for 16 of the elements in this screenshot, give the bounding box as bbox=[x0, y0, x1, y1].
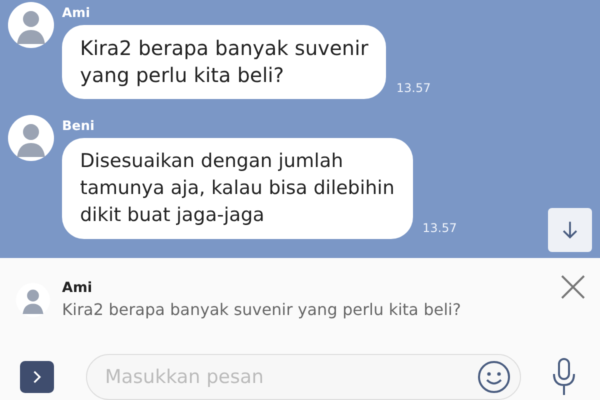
sender-name: Ami bbox=[62, 280, 94, 296]
quoted-message: Kira2 berapa banyak suvenir yang perlu kita beli? bbox=[62, 300, 462, 319]
emoji-icon[interactable] bbox=[477, 360, 511, 394]
close-icon[interactable] bbox=[560, 274, 586, 300]
expand-button[interactable] bbox=[20, 361, 54, 393]
message-field[interactable]: Masukkan pesan bbox=[86, 354, 521, 400]
avatar[interactable] bbox=[8, 2, 54, 48]
timestamp: 13.57 bbox=[396, 81, 431, 97]
message-bubble: Kira2 berapa banyak suvenir yang perlu kita beli? bbox=[62, 25, 386, 99]
sender-name: Beni bbox=[62, 119, 96, 134]
message-bubble: Disesuaikan dengan jumlah tamunya aja, kalau bisa dilebihin dikit buat jaga-jaga bbox=[62, 138, 413, 239]
scroll-down-button[interactable] bbox=[548, 208, 592, 252]
timestamp: 13.57 bbox=[422, 221, 457, 237]
sender-name: Ami bbox=[62, 6, 92, 21]
avatar[interactable] bbox=[8, 115, 54, 161]
microphone-icon[interactable] bbox=[551, 357, 577, 397]
